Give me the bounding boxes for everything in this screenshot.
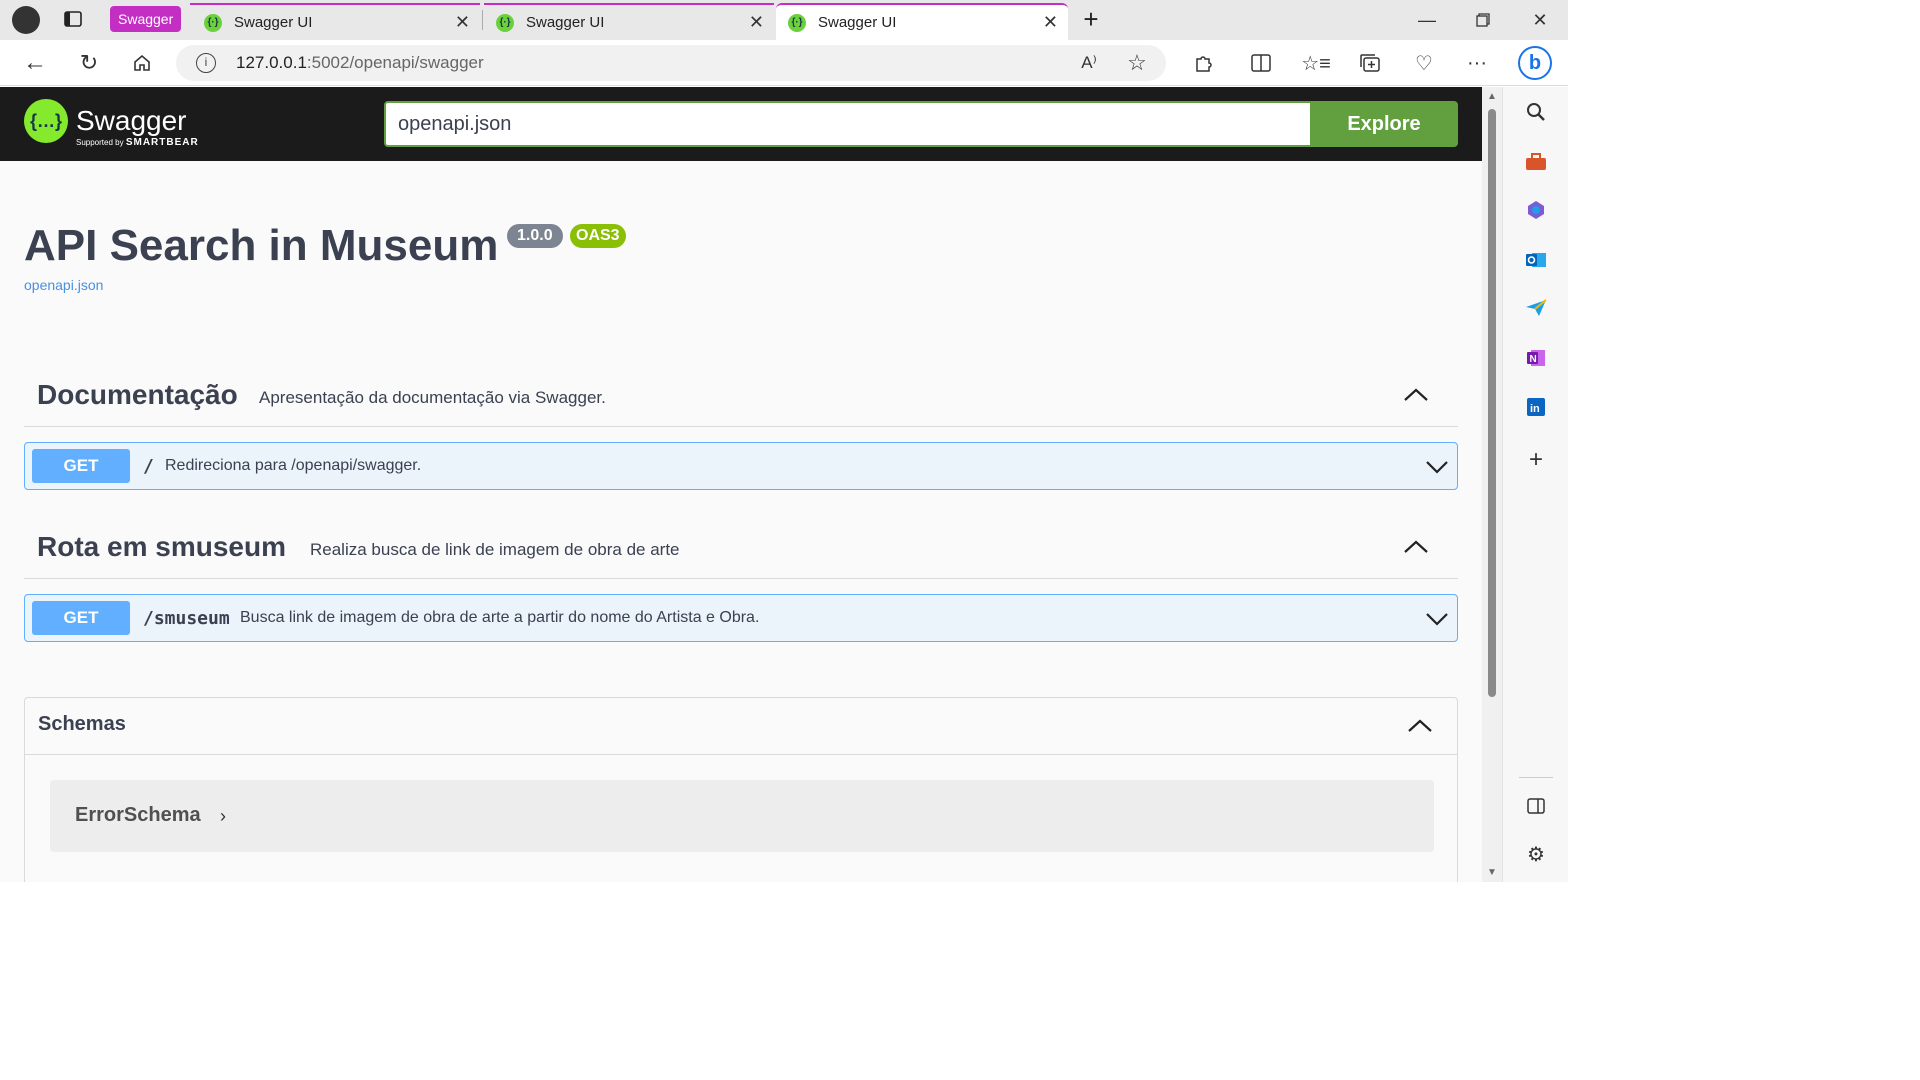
minimize-icon[interactable]: — <box>1407 6 1447 34</box>
swagger-favicon-icon: {·} <box>788 13 806 32</box>
spec-link[interactable]: openapi.json <box>24 277 103 293</box>
site-info-icon[interactable]: i <box>196 53 216 73</box>
profile-avatar[interactable] <box>12 6 40 34</box>
onenote-icon[interactable]: N <box>1523 345 1549 371</box>
sidebar-divider <box>1519 777 1553 778</box>
swagger-logo[interactable]: {…} Swagger Supported by SMARTBEAR <box>24 99 198 148</box>
chevron-down-icon[interactable] <box>1425 457 1449 477</box>
scroll-thumb[interactable] <box>1488 109 1496 697</box>
swagger-logo-text: Swagger <box>76 105 187 136</box>
close-tab-icon[interactable]: ✕ <box>455 12 470 33</box>
extensions-icon[interactable] <box>1190 50 1216 76</box>
collections-icon[interactable] <box>1357 50 1383 76</box>
schemas-section: Schemas ErrorSchema › <box>24 697 1458 882</box>
swagger-logo-icon: {…} <box>24 99 68 143</box>
operation-path: / <box>143 456 154 477</box>
browser-tab-bar: Swagger {·} Swagger UI ✕ {·} Swagger UI … <box>0 0 1568 40</box>
model-error-schema[interactable]: ErrorSchema › <box>50 780 1434 852</box>
tab-title: Swagger UI <box>818 14 897 31</box>
explore-button[interactable]: Explore <box>1310 101 1458 147</box>
url-text[interactable]: 127.0.0.1:5002/openapi/swagger <box>236 53 484 73</box>
oas-badge: OAS3 <box>570 224 626 248</box>
swagger-logo-subtitle: Supported by SMARTBEAR <box>76 137 199 148</box>
operation-get-smuseum[interactable]: GET /smuseum Busca link de imagem de obr… <box>24 594 1458 642</box>
favorite-star-icon[interactable]: ☆ <box>1124 50 1150 76</box>
method-badge: GET <box>32 449 130 483</box>
swagger-topbar: {…} Swagger Supported by SMARTBEAR opena… <box>0 87 1482 161</box>
chevron-up-icon[interactable] <box>1402 537 1430 557</box>
tab-swagger-3-active[interactable]: {·} Swagger UI ✕ <box>776 3 1068 40</box>
svg-text:in: in <box>1530 403 1540 415</box>
operation-summary: Redireciona para /openapi/swagger. <box>165 457 422 474</box>
tab-divider <box>482 10 483 30</box>
page-scrollbar[interactable]: ▲ ▼ <box>1482 87 1502 882</box>
microsoft-365-icon[interactable] <box>1523 197 1549 223</box>
close-tab-icon[interactable]: ✕ <box>1043 12 1058 33</box>
address-bar[interactable]: i 127.0.0.1:5002/openapi/swagger A⁾ ☆ <box>176 45 1166 81</box>
logo-sub-brand: SMARTBEAR <box>125 137 199 148</box>
tab-swagger-1[interactable]: {·} Swagger UI ✕ <box>190 3 480 40</box>
split-screen-icon[interactable] <box>1248 50 1274 76</box>
tag-rota-smuseum[interactable]: Rota em smuseum Realiza busca de link de… <box>24 515 1458 579</box>
operation-summary: Busca link de imagem de obra de arte a p… <box>240 609 760 626</box>
tools-briefcase-icon[interactable] <box>1523 149 1549 175</box>
tab-title: Swagger UI <box>234 14 313 31</box>
send-icon[interactable] <box>1523 295 1549 321</box>
swagger-favicon-icon: {·} <box>496 13 514 32</box>
search-icon[interactable] <box>1523 99 1549 125</box>
version-badge: 1.0.0 <box>507 224 563 248</box>
schemas-title: Schemas <box>38 713 126 735</box>
swagger-favicon-icon: {·} <box>204 13 222 32</box>
close-tab-icon[interactable]: ✕ <box>749 12 764 33</box>
browser-essentials-icon[interactable]: ♡ <box>1411 50 1437 76</box>
model-name: ErrorSchema <box>75 804 201 826</box>
svg-text:N: N <box>1530 354 1537 365</box>
new-tab-icon[interactable]: + <box>1078 4 1104 34</box>
api-title: API Search in Museum <box>24 221 499 270</box>
schemas-header[interactable]: Schemas <box>25 698 1457 755</box>
chevron-up-icon[interactable] <box>1407 716 1433 736</box>
chevron-up-icon[interactable] <box>1402 385 1430 405</box>
hide-sidebar-icon[interactable] <box>1523 793 1549 819</box>
tag-description: Apresentação da documentação via Swagger… <box>259 388 606 407</box>
add-icon[interactable]: + <box>1523 446 1549 473</box>
linkedin-icon[interactable]: in <box>1523 394 1549 420</box>
method-badge: GET <box>32 601 130 635</box>
workspaces-icon[interactable] <box>62 8 84 30</box>
read-aloud-icon[interactable]: A⁾ <box>1076 50 1102 76</box>
outlook-icon[interactable] <box>1523 247 1549 273</box>
restore-icon[interactable] <box>1463 6 1503 34</box>
url-path: :5002/openapi/swagger <box>306 53 484 72</box>
back-arrow-icon[interactable]: ← <box>22 49 48 76</box>
refresh-icon[interactable]: ↻ <box>76 50 102 76</box>
url-host: 127.0.0.1 <box>236 53 307 72</box>
tab-swagger-2[interactable]: {·} Swagger UI ✕ <box>484 3 774 40</box>
operation-path: /smuseum <box>143 608 230 629</box>
browser-toolbar: ← ↻ i 127.0.0.1:5002/openapi/swagger A⁾ … <box>0 40 1568 86</box>
home-icon[interactable] <box>129 50 155 76</box>
tag-name: Documentação <box>37 379 238 410</box>
chevron-right-icon[interactable]: › <box>220 806 226 827</box>
logo-sub-prefix: Supported by <box>76 138 124 147</box>
settings-gear-icon[interactable]: ⚙ <box>1523 841 1549 867</box>
edge-sidebar: N in + ⚙ <box>1502 87 1568 882</box>
page-content: {…} Swagger Supported by SMARTBEAR opena… <box>0 87 1482 882</box>
tag-documentacao[interactable]: Documentação Apresentação da documentaçã… <box>24 363 1458 427</box>
scroll-down-icon[interactable]: ▼ <box>1487 867 1497 878</box>
spec-url-input[interactable]: openapi.json <box>384 101 1312 147</box>
close-window-icon[interactable]: ✕ <box>1520 6 1560 34</box>
tag-description: Realiza busca de link de imagem de obra … <box>310 540 680 559</box>
scroll-up-icon[interactable]: ▲ <box>1487 91 1497 102</box>
tab-group-label[interactable]: Swagger <box>110 6 182 32</box>
operation-get-root[interactable]: GET / Redireciona para /openapi/swagger. <box>24 442 1458 490</box>
tag-name: Rota em smuseum <box>37 531 286 562</box>
tab-title: Swagger UI <box>526 14 605 31</box>
more-options-icon[interactable]: ··· <box>1464 50 1490 76</box>
copilot-icon[interactable]: b <box>1518 46 1552 80</box>
favorites-icon[interactable]: ☆≡ <box>1301 50 1331 76</box>
chevron-down-icon[interactable] <box>1425 609 1449 629</box>
